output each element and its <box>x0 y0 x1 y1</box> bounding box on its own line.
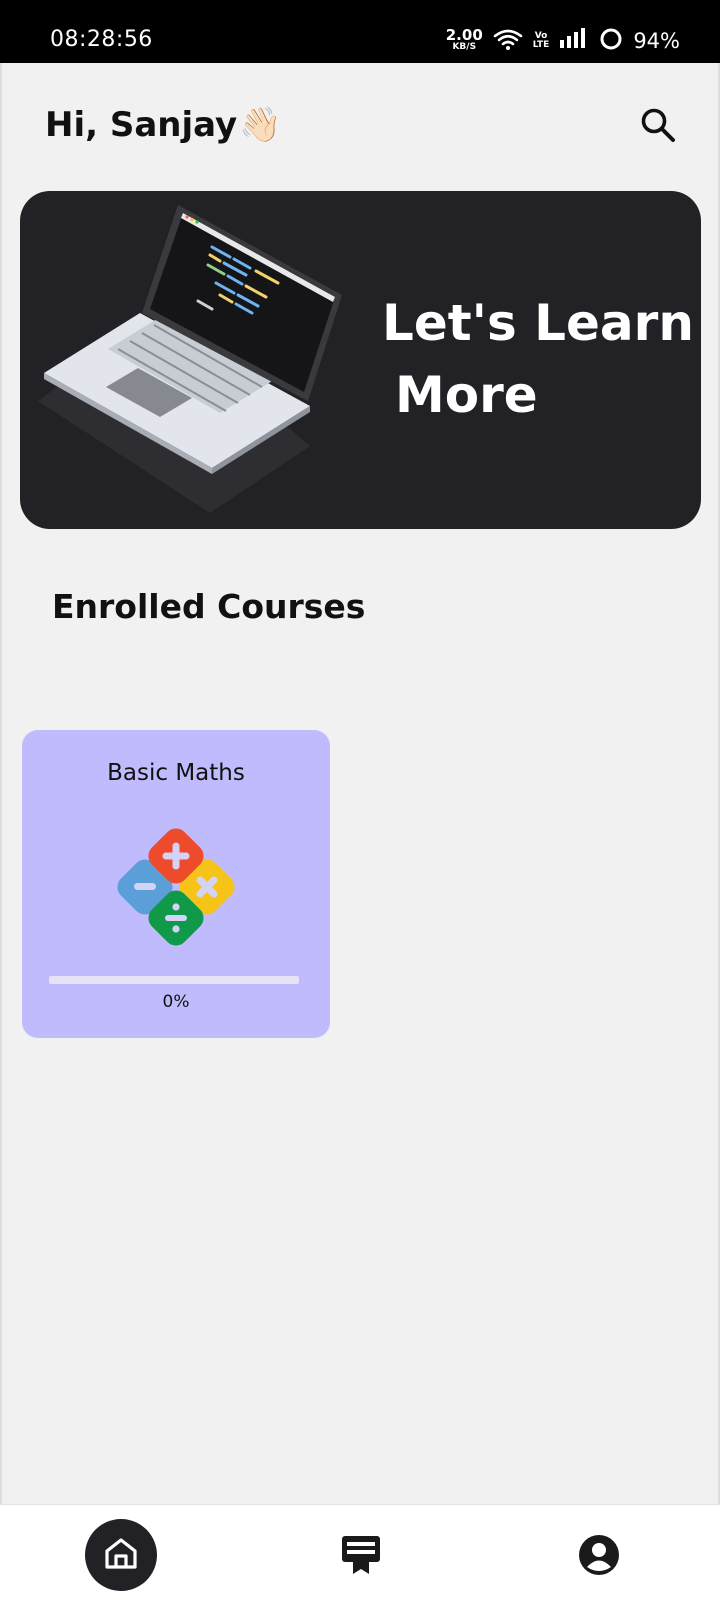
wifi-icon <box>493 27 523 55</box>
nav-home-button[interactable] <box>85 1519 157 1591</box>
banner-line-2: More <box>395 366 538 424</box>
bottom-nav <box>0 1504 720 1600</box>
banner-headline: Let's Learn More <box>382 287 694 431</box>
course-title: Basic Maths <box>107 760 245 786</box>
greeting-text: Hi, Sanjay <box>45 105 238 145</box>
promo-banner: Let's Learn More <box>20 191 701 529</box>
network-speed: 2.00 KB/S <box>445 26 483 53</box>
course-progress-bar <box>49 976 299 984</box>
home-icon <box>101 1533 141 1577</box>
search-button[interactable] <box>636 105 680 149</box>
profile-icon <box>578 1534 620 1580</box>
banner-line-1: Let's Learn <box>382 294 694 352</box>
laptop-illustration <box>38 205 342 513</box>
status-time: 08:28:56 <box>50 27 153 52</box>
signal-icon <box>559 28 589 54</box>
math-operators-icon <box>117 828 235 946</box>
course-progress-label: 0% <box>162 992 190 1012</box>
battery-percent: 94% <box>633 29 680 53</box>
battery-icon <box>599 27 623 55</box>
status-indicators: 2.00 KB/S Vo LTE 94% <box>446 24 680 58</box>
nav-courses-button[interactable] <box>338 1533 384 1579</box>
network-speed-value: 2.00 <box>445 26 483 44</box>
volte-indicator: Vo LTE <box>533 32 550 50</box>
network-speed-unit: KB/S <box>452 42 477 52</box>
section-title: Enrolled Courses <box>52 587 366 626</box>
wave-emoji: 👋🏻 <box>239 105 282 145</box>
courses-icon <box>339 1532 383 1580</box>
course-card[interactable]: Basic Maths 0% <box>22 730 330 1038</box>
search-icon <box>639 106 677 148</box>
nav-profile-button[interactable] <box>577 1535 621 1579</box>
status-bar: 08:28:56 2.00 KB/S Vo LTE 94% <box>0 0 720 63</box>
greeting: Hi, Sanjay 👋🏻 <box>45 105 282 145</box>
volte-bottom: LTE <box>532 40 550 50</box>
